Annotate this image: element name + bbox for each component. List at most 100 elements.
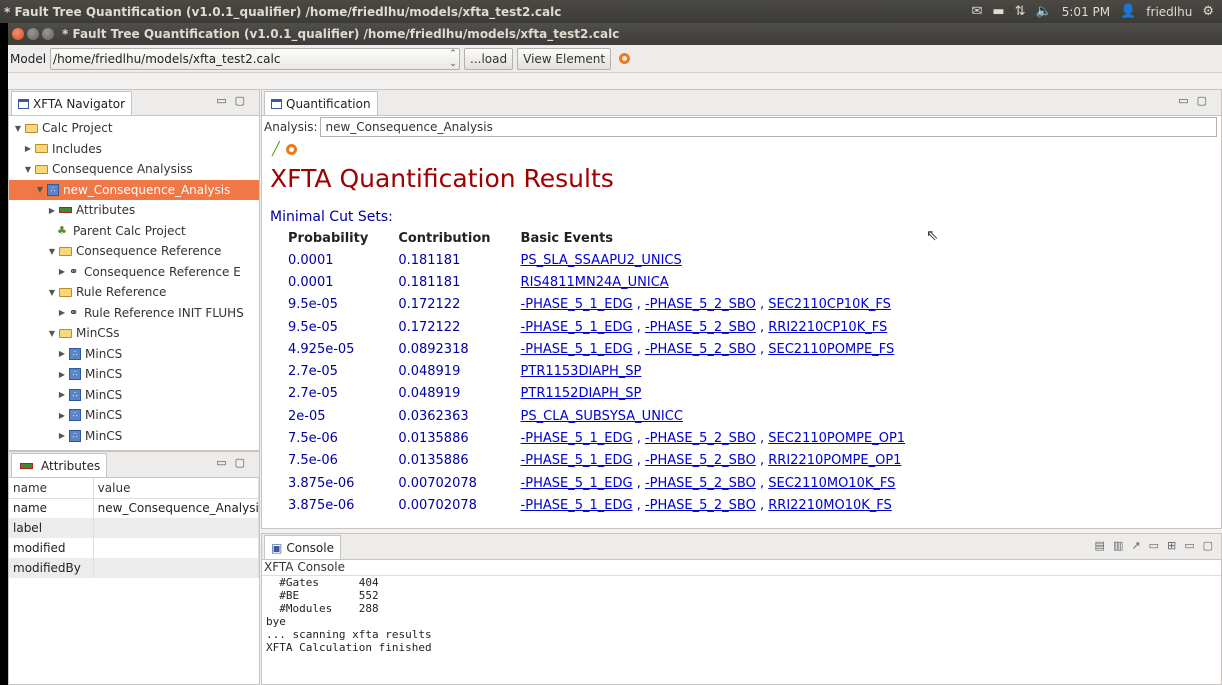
basic-event-link[interactable]: SEC2110MO10K_FS — [768, 476, 895, 491]
column-header-value[interactable]: value — [93, 478, 260, 499]
tree-item[interactable]: ▶ ⚭ Consequence Reference E — [9, 262, 259, 283]
tab-attributes[interactable]: Attributes — [11, 453, 108, 477]
panel-minmax-icons[interactable]: ▭▢ — [216, 94, 253, 107]
tree-item[interactable]: ▶ Includes — [9, 139, 259, 160]
collapsed-arrow-icon[interactable]: ▶ — [23, 144, 33, 153]
basic-event-link[interactable]: -PHASE_5_2_SBO — [645, 476, 756, 491]
attribute-value[interactable]: new_Consequence_Analysis — [93, 498, 260, 518]
basic-event-link[interactable]: RIS4811MN24A_UNICA — [521, 275, 669, 290]
basic-event-link[interactable]: SEC2110CP10K_FS — [768, 297, 891, 312]
tree-item[interactable]: ▶ ∴ MinCS — [9, 344, 259, 365]
attribute-row[interactable]: modified — [9, 538, 260, 558]
view-element-button[interactable]: View Element — [517, 47, 612, 70]
display-console-icon[interactable]: ▭ — [1149, 539, 1159, 552]
edit-pencil-icon[interactable]: ╱ — [272, 142, 280, 157]
basic-event-link[interactable]: -PHASE_5_1_EDG — [521, 476, 633, 491]
mail-icon[interactable]: ✉ — [971, 4, 982, 19]
expanded-arrow-icon[interactable]: ▼ — [47, 329, 57, 338]
expanded-arrow-icon[interactable]: ▼ — [23, 165, 33, 174]
open-console-icon[interactable]: ⊞ — [1167, 539, 1176, 552]
basic-event-link[interactable]: -PHASE_5_1_EDG — [521, 297, 633, 312]
tab-xfta-navigator[interactable]: XFTA Navigator — [11, 91, 133, 115]
network-icon[interactable]: ⇅ — [1015, 4, 1026, 19]
spinner-icon[interactable]: ⌃ ⌄ — [447, 49, 459, 69]
collapsed-arrow-icon[interactable]: ▶ — [57, 411, 67, 420]
panel-minmax-icons[interactable]: ▭▢ — [1178, 94, 1215, 107]
collapsed-arrow-icon[interactable]: ▶ — [57, 308, 67, 317]
basic-event-link[interactable]: -PHASE_5_2_SBO — [645, 498, 756, 513]
tree-item[interactable]: ▼ Calc Project — [9, 118, 259, 139]
basic-event-link[interactable]: RRI2210MO10K_FS — [768, 498, 892, 513]
minimize-window-button[interactable] — [27, 28, 39, 40]
gear-icon[interactable]: ⚙ — [1202, 4, 1214, 19]
minimize-icon[interactable]: ▭ — [1184, 539, 1194, 552]
user-name[interactable]: friedlhu — [1146, 5, 1192, 19]
collapsed-arrow-icon[interactable]: ▶ — [57, 267, 67, 276]
collapsed-arrow-icon[interactable]: ▶ — [57, 349, 67, 358]
basic-event-link[interactable]: RRI2210POMPE_OP1 — [768, 453, 901, 468]
column-header-name[interactable]: name — [9, 478, 94, 499]
run-icon[interactable] — [285, 143, 297, 155]
basic-event-link[interactable]: -PHASE_5_1_EDG — [521, 320, 633, 335]
model-path-select[interactable]: /home/friedlhu/models/xfta_test2.calc ⌃ ⌄ — [50, 47, 461, 70]
tree-item[interactable]: ▶ ∴ MinCS — [9, 426, 259, 447]
tree-item[interactable]: ♣ Parent Calc Project — [9, 221, 259, 242]
attribute-row[interactable]: label — [9, 518, 260, 538]
clock[interactable]: 5:01 PM — [1062, 5, 1110, 19]
attribute-row[interactable]: name new_Consequence_Analysis — [9, 498, 260, 518]
tree-item[interactable]: ▶ ∴ MinCS — [9, 405, 259, 426]
basic-event-link[interactable]: SEC2110POMPE_FS — [768, 342, 894, 357]
tree-item[interactable]: ▶ ∴ MinCS — [9, 364, 259, 385]
basic-event-link[interactable]: PTR1153DIAPH_SP — [521, 364, 642, 379]
collapsed-arrow-icon[interactable]: ▶ — [57, 390, 67, 399]
basic-event-link[interactable]: -PHASE_5_2_SBO — [645, 320, 756, 335]
attribute-value[interactable] — [93, 538, 260, 558]
tab-console[interactable]: ▣ Console — [264, 535, 341, 559]
clear-console-icon[interactable]: ▤ — [1095, 539, 1105, 552]
maximize-window-button[interactable] — [42, 28, 54, 40]
collapsed-arrow-icon[interactable]: ▶ — [57, 370, 67, 379]
volume-icon[interactable]: 🔈 — [1036, 4, 1052, 19]
basic-event-link[interactable]: PS_CLA_SUBSYSA_UNICC — [521, 409, 683, 424]
tree-item[interactable]: ▼ ∴ new_Consequence_Analysis — [9, 179, 259, 200]
basic-event-link[interactable]: -PHASE_5_1_EDG — [521, 431, 633, 446]
collapsed-arrow-icon[interactable]: ▶ — [47, 206, 57, 215]
basic-event-link[interactable]: SEC2110POMPE_OP1 — [768, 431, 905, 446]
attribute-value[interactable] — [93, 518, 260, 538]
basic-event-link[interactable]: -PHASE_5_2_SBO — [645, 342, 756, 357]
expanded-arrow-icon[interactable]: ▼ — [35, 185, 45, 194]
analysis-field[interactable]: new_Consequence_Analysis — [320, 117, 1217, 137]
load-button[interactable]: ...load — [464, 47, 514, 70]
pin-console-icon[interactable]: ↗ — [1131, 539, 1140, 552]
tree-item[interactable]: ▶ ⚭ Rule Reference INIT FLUHS — [9, 303, 259, 324]
basic-event-link[interactable]: -PHASE_5_1_EDG — [521, 498, 633, 513]
attribute-value[interactable] — [93, 558, 260, 578]
maximize-icon[interactable]: ▢ — [1203, 539, 1213, 552]
tree-item[interactable]: ▼ Consequence Reference — [9, 241, 259, 262]
expanded-arrow-icon[interactable]: ▼ — [47, 288, 57, 297]
basic-event-link[interactable]: -PHASE_5_1_EDG — [521, 342, 633, 357]
basic-event-link[interactable]: PS_SLA_SSAAPU2_UNICS — [521, 253, 682, 268]
run-icon[interactable] — [619, 53, 631, 64]
expanded-arrow-icon[interactable]: ▼ — [13, 124, 23, 133]
basic-event-link[interactable]: -PHASE_5_2_SBO — [645, 453, 756, 468]
close-window-button[interactable] — [12, 28, 24, 40]
tree-item[interactable]: ▶ ∴ MinCS — [9, 385, 259, 406]
basic-event-link[interactable]: -PHASE_5_2_SBO — [645, 297, 756, 312]
scroll-lock-icon[interactable]: ▥ — [1113, 539, 1123, 552]
battery-icon[interactable]: ▬ — [992, 4, 1004, 19]
tree-item[interactable]: ▶ Attributes — [9, 200, 259, 221]
basic-events-cell: -PHASE_5_1_EDG , -PHASE_5_2_SBO , SEC211… — [513, 427, 928, 449]
tree-item[interactable]: ▼ Consequence Analysiss — [9, 159, 259, 180]
tree-item[interactable]: ▼ MinCSs — [9, 323, 259, 344]
tree-item[interactable]: ▼ Rule Reference — [9, 282, 259, 303]
panel-minmax-icons[interactable]: ▭▢ — [216, 456, 253, 469]
tab-quantification[interactable]: Quantification — [264, 91, 378, 115]
basic-event-link[interactable]: -PHASE_5_2_SBO — [645, 431, 756, 446]
basic-event-link[interactable]: -PHASE_5_1_EDG — [521, 453, 633, 468]
expanded-arrow-icon[interactable]: ▼ — [47, 247, 57, 256]
collapsed-arrow-icon[interactable]: ▶ — [57, 431, 67, 440]
basic-event-link[interactable]: PTR1152DIAPH_SP — [521, 386, 642, 401]
attribute-row[interactable]: modifiedBy — [9, 558, 260, 578]
basic-event-link[interactable]: RRI2210CP10K_FS — [768, 320, 887, 335]
